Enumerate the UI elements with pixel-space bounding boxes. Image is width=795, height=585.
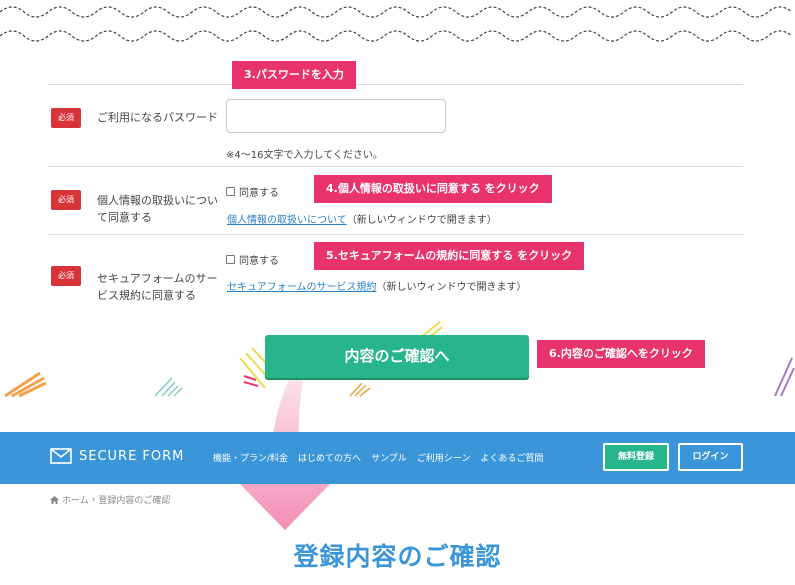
callout-step4: 4.個人情報の取扱いに同意する をクリック xyxy=(314,175,552,203)
divider xyxy=(48,84,743,85)
privacy-agree-checkbox[interactable] xyxy=(226,187,235,196)
free-register-button[interactable]: 無料登録 xyxy=(603,443,669,471)
terms-label-line2: ビス規約に同意する xyxy=(97,289,196,302)
main-menu: 機能・プラン/料金 はじめての方へ サンプル ご利用シーン よくあるご質問 xyxy=(213,451,543,464)
terms-agree-checkbox[interactable] xyxy=(226,255,235,264)
menu-item-samples[interactable]: サンプル xyxy=(371,451,407,464)
login-button[interactable]: ログイン xyxy=(678,443,743,471)
privacy-agree-label[interactable]: 同意する xyxy=(239,184,279,199)
home-icon xyxy=(50,495,59,504)
divider xyxy=(48,234,743,235)
site-logo[interactable]: SECURE FORM xyxy=(50,448,184,464)
breadcrumb-separator: › xyxy=(91,494,96,505)
privacy-label-line1: 個人情報の取扱いについ xyxy=(97,194,218,207)
privacy-policy-link[interactable]: 個人情報の取扱いについて xyxy=(227,215,347,226)
required-badge: 必須 xyxy=(51,266,81,286)
logo-text: SECURE FORM xyxy=(79,448,185,464)
envelope-icon xyxy=(50,448,72,464)
menu-item-use-cases[interactable]: ご利用シーン xyxy=(417,451,471,464)
terms-of-service-link[interactable]: セキュアフォームのサービス規約 xyxy=(227,282,377,293)
menu-item-faq[interactable]: よくあるご質問 xyxy=(480,451,543,464)
site-header: SECURE FORM 機能・プラン/料金 はじめての方へ サンプル ご利用シー… xyxy=(0,432,795,484)
privacy-label: 個人情報の取扱いについ て同意する xyxy=(97,192,218,226)
decorative-wave-border xyxy=(0,6,793,42)
terms-label-line1: セキュアフォームのサー xyxy=(97,272,218,285)
password-label: ご利用になるパスワード xyxy=(97,111,218,124)
menu-item-beginners[interactable]: はじめての方へ xyxy=(298,451,361,464)
confirm-button[interactable]: 内容のご確認へ xyxy=(265,335,529,378)
menu-item-features-pricing[interactable]: 機能・プラン/料金 xyxy=(213,451,288,464)
password-input[interactable] xyxy=(226,99,446,133)
required-badge: 必須 xyxy=(51,108,81,128)
privacy-agree-checkbox-row[interactable]: 同意する xyxy=(226,184,279,199)
callout-step5: 5.セキュアフォームの規約に同意する をクリック xyxy=(314,242,585,270)
breadcrumb-current: 登録内容のご確認 xyxy=(98,496,171,506)
new-window-note: （新しいウィンドウで開きます） xyxy=(346,215,497,226)
terms-link-line: セキュアフォームのサービス規約（新しいウィンドウで開きます） xyxy=(227,278,527,293)
breadcrumb: ホーム › 登録内容のご確認 xyxy=(50,493,170,506)
privacy-link-line: 個人情報の取扱いについて（新しいウィンドウで開きます） xyxy=(227,211,497,226)
terms-agree-checkbox-row[interactable]: 同意する xyxy=(226,252,279,267)
password-note: ※4〜16文字で入力してください。 xyxy=(226,150,383,161)
terms-label: セキュアフォームのサー ビス規約に同意する xyxy=(97,270,217,304)
new-window-note: （新しいウィンドウで開きます） xyxy=(376,282,527,293)
breadcrumb-home[interactable]: ホーム xyxy=(62,493,89,506)
callout-step3: 3.パスワードを入力 xyxy=(232,61,356,89)
required-badge: 必須 xyxy=(51,190,81,210)
callout-step6: 6.内容のご確認へをクリック xyxy=(537,340,705,368)
divider xyxy=(48,166,743,167)
privacy-label-line2: て同意する xyxy=(97,211,152,224)
terms-agree-label[interactable]: 同意する xyxy=(239,252,279,267)
page-title: 登録内容のご確認 xyxy=(293,542,502,571)
